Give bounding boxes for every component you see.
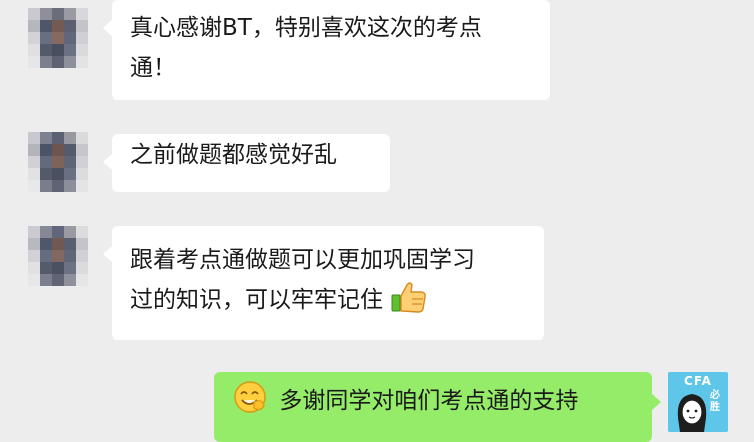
message-text: 通！ xyxy=(130,55,176,81)
avatar-side-text: 必胜 xyxy=(710,390,720,413)
message-text: 真心感谢BT，特别喜欢这次的考点 xyxy=(130,15,482,41)
sender-avatar[interactable] xyxy=(28,132,88,192)
message-text: 过的知识，可以牢牢记住 xyxy=(130,287,383,313)
message-bubble[interactable]: 之前做题都感觉好乱 xyxy=(103,134,390,192)
message-text: 跟着考点通做题可以更加巩固学习 xyxy=(130,247,475,273)
thumbs-up-icon xyxy=(390,281,428,326)
laughing-hand-icon xyxy=(232,380,268,427)
avatar-badge-text: CFA xyxy=(684,374,712,388)
sender-avatar[interactable] xyxy=(28,8,88,68)
self-avatar[interactable]: CFA 必胜 xyxy=(668,372,728,432)
chat-window: { "messages": [ {"side": "left", "lines"… xyxy=(0,0,754,442)
sender-avatar[interactable] xyxy=(28,226,88,286)
message-bubble[interactable]: 跟着考点通做题可以更加巩固学习 过的知识，可以牢牢记住 xyxy=(103,226,544,340)
message-text: 多谢同学对咱们考点通的支持 xyxy=(279,388,579,414)
message-text: 之前做题都感觉好乱 xyxy=(130,142,337,168)
message-text-line: 过的知识，可以牢牢记住 xyxy=(130,280,526,326)
message-bubble-outgoing[interactable]: 多谢同学对咱们考点通的支持 xyxy=(214,372,661,442)
girl-cartoon-icon xyxy=(677,394,707,432)
message-bubble[interactable]: 真心感谢BT，特别喜欢这次的考点 通！ xyxy=(103,0,550,100)
